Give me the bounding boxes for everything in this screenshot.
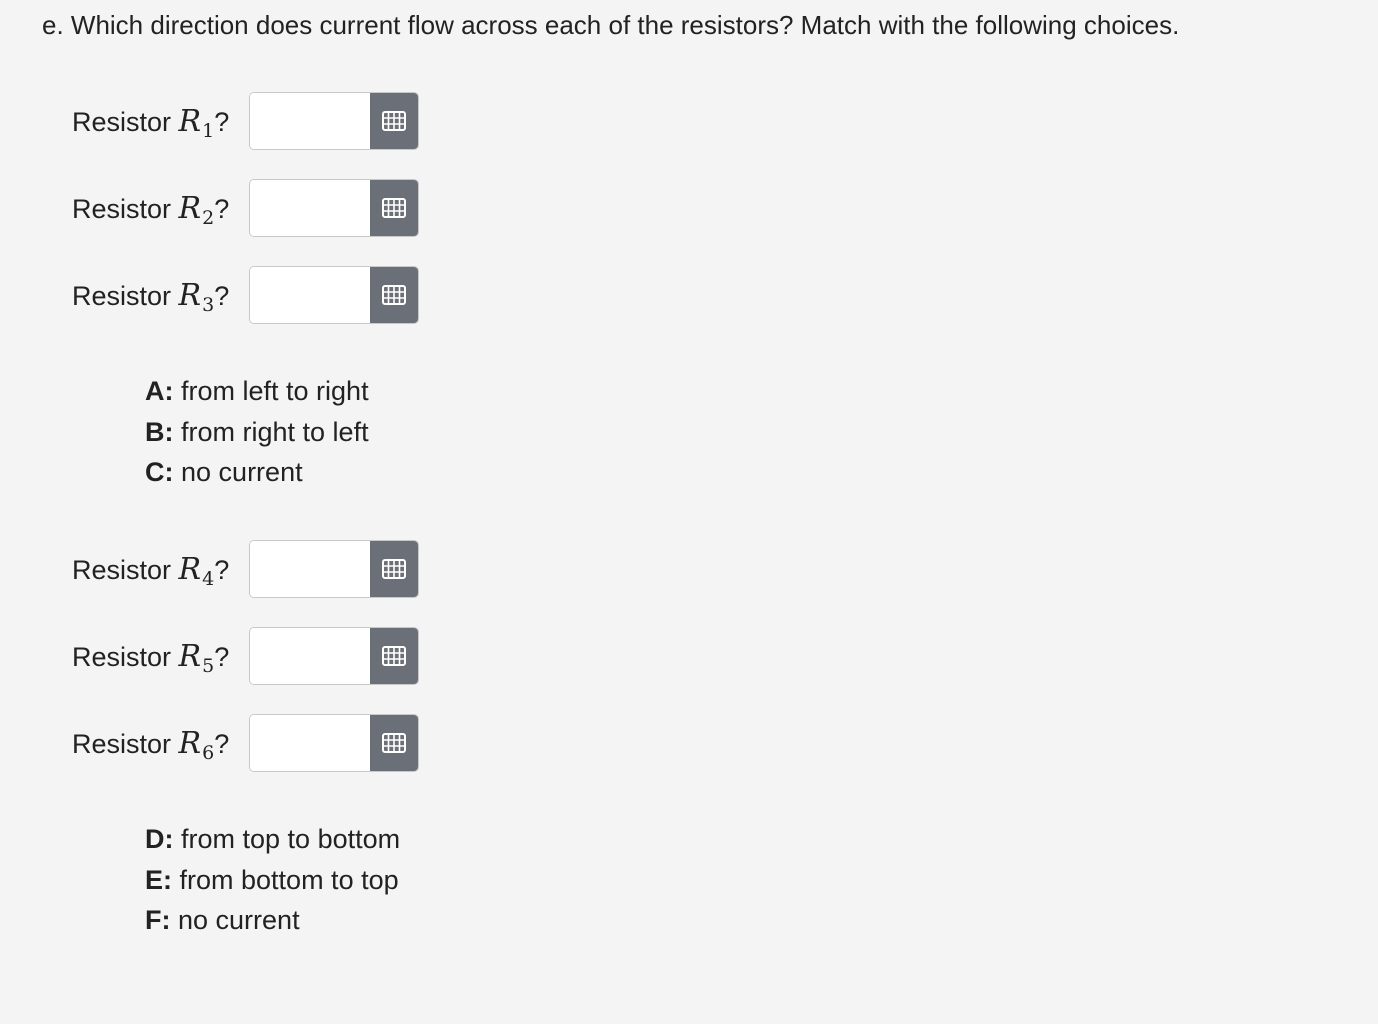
choice-key: E:	[145, 864, 172, 895]
resistor-prefix: Resistor	[72, 193, 172, 224]
answer-field-r5	[249, 627, 419, 685]
choice-picker-button-r1[interactable]	[370, 93, 418, 149]
answer-field-r6	[249, 714, 419, 772]
choice-item-b: B: from right to left	[145, 412, 369, 453]
grid-picker-icon	[382, 111, 406, 131]
choice-text: from top to bottom	[181, 824, 401, 854]
resistor-prefix: Resistor	[72, 554, 172, 585]
question-mark: ?	[214, 193, 230, 224]
choice-text: from left to right	[181, 376, 369, 406]
resistor-label: Resistor R5?	[72, 638, 249, 677]
choice-picker-button-r2[interactable]	[370, 180, 418, 236]
grid-picker-icon	[382, 733, 406, 753]
choice-item-a: A: from left to right	[145, 371, 369, 412]
question-mark: ?	[214, 641, 230, 672]
answer-field-r1	[249, 92, 419, 150]
choice-key: F:	[145, 905, 171, 935]
question-mark: ?	[214, 280, 230, 311]
answer-field-r4	[249, 540, 419, 598]
resistor-variable: R	[178, 551, 202, 587]
grid-picker-icon	[382, 198, 406, 218]
resistor-row-r1: Resistor R1?	[72, 91, 419, 151]
resistor-row-r3: Resistor R3?	[72, 265, 419, 325]
choice-picker-button-r4[interactable]	[370, 541, 418, 597]
answer-input-r5[interactable]	[250, 628, 370, 684]
question-mark: ?	[214, 728, 230, 759]
resistor-variable: R	[178, 103, 202, 139]
resistor-row-r4: Resistor R4?	[72, 539, 419, 599]
answer-input-r1[interactable]	[250, 93, 370, 149]
resistor-row-r5: Resistor R5?	[72, 626, 419, 686]
choice-picker-button-r6[interactable]	[370, 715, 418, 771]
answer-field-r2	[249, 179, 419, 237]
choice-item-c: C: no current	[145, 452, 369, 493]
resistor-label: Resistor R4?	[72, 551, 249, 590]
resistor-variable: R	[178, 277, 202, 313]
choice-item-d: D: from top to bottom	[145, 819, 400, 860]
resistor-variable: R	[178, 725, 202, 761]
answer-field-r3	[249, 266, 419, 324]
resistor-row-r2: Resistor R2?	[72, 178, 419, 238]
grid-picker-icon	[382, 285, 406, 305]
choices-list-horizontal: A: from left to right B: from right to l…	[145, 371, 369, 493]
resistor-subscript: 3	[202, 293, 215, 316]
grid-picker-icon	[382, 559, 406, 579]
resistor-row-r6: Resistor R6?	[72, 713, 419, 773]
choice-key: D:	[145, 824, 174, 854]
answer-input-r2[interactable]	[250, 180, 370, 236]
resistor-variable: R	[178, 190, 202, 226]
answer-input-r3[interactable]	[250, 267, 370, 323]
choice-key: C:	[145, 457, 174, 487]
choice-text: no current	[178, 905, 300, 935]
question-mark: ?	[214, 106, 230, 137]
question-text: e. Which direction does current flow acr…	[42, 10, 1180, 40]
choice-key: A:	[145, 376, 174, 406]
resistor-prefix: Resistor	[72, 106, 172, 137]
resistor-subscript: 4	[202, 567, 215, 590]
resistor-subscript: 6	[202, 741, 215, 764]
resistor-prefix: Resistor	[72, 728, 172, 759]
choice-text: no current	[181, 457, 303, 487]
resistor-prefix: Resistor	[72, 641, 172, 672]
choice-text: from right to left	[181, 416, 369, 447]
grid-picker-icon	[382, 646, 406, 666]
resistor-label: Resistor R1?	[72, 103, 249, 142]
choice-picker-button-r5[interactable]	[370, 628, 418, 684]
answer-input-r4[interactable]	[250, 541, 370, 597]
choice-item-f: F: no current	[145, 900, 400, 941]
answer-input-r6[interactable]	[250, 715, 370, 771]
resistor-label: Resistor R6?	[72, 725, 249, 764]
resistor-subscript: 2	[202, 206, 215, 229]
resistor-label: Resistor R3?	[72, 277, 249, 316]
resistor-subscript: 1	[202, 119, 215, 142]
choice-text: from bottom to top	[179, 864, 399, 895]
resistor-prefix: Resistor	[72, 280, 172, 311]
resistor-subscript: 5	[202, 654, 215, 677]
question-mark: ?	[214, 554, 230, 585]
choice-item-e: E: from bottom to top	[145, 860, 400, 901]
resistor-label: Resistor R2?	[72, 190, 249, 229]
choices-list-vertical: D: from top to bottom E: from bottom to …	[145, 819, 400, 941]
choice-picker-button-r3[interactable]	[370, 267, 418, 323]
choice-key: B:	[145, 416, 174, 447]
resistor-variable: R	[178, 638, 202, 674]
